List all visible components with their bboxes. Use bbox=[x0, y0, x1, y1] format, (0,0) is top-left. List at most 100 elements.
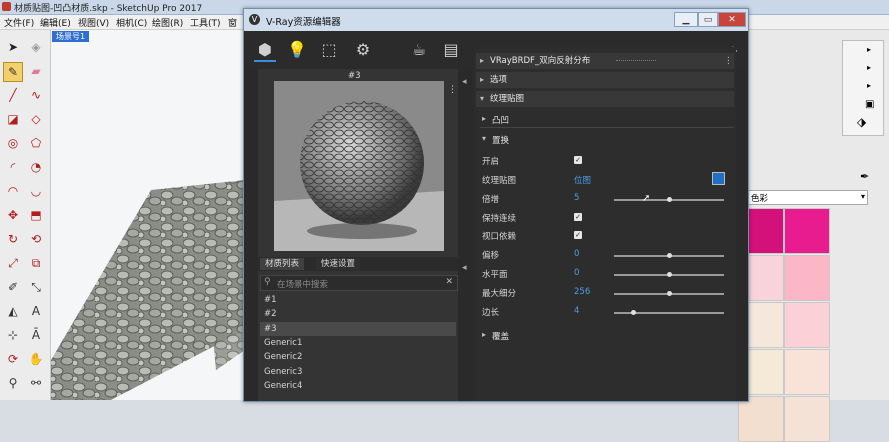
frame-buffer-icon[interactable]: ▤ bbox=[440, 38, 462, 60]
color-swatch[interactable] bbox=[784, 208, 830, 254]
follow-me-icon[interactable]: ⟲ bbox=[27, 230, 45, 248]
chevron-icon[interactable]: ▸ bbox=[867, 63, 871, 72]
color-swatch[interactable] bbox=[784, 255, 830, 301]
zoom-icon[interactable]: ⚲ bbox=[4, 374, 22, 392]
minimize-button[interactable]: ▁ bbox=[674, 12, 698, 27]
slider-knob[interactable] bbox=[667, 291, 672, 296]
color-swatch[interactable] bbox=[784, 349, 830, 395]
lights-icon[interactable]: 💡 bbox=[286, 38, 308, 60]
rotated-rect-icon[interactable]: ◇ bbox=[27, 110, 45, 128]
rectangle-icon[interactable]: ◪ bbox=[4, 110, 22, 128]
polygon-icon[interactable]: ⬠ bbox=[27, 134, 45, 152]
3d-text-icon[interactable]: Ā bbox=[27, 326, 45, 344]
zoom-window-icon[interactable]: ⚯ bbox=[27, 374, 45, 392]
material-list-item[interactable]: #2 bbox=[260, 307, 456, 321]
orbit-icon[interactable]: ⟳ bbox=[4, 350, 22, 368]
max-subdiv-value[interactable]: 256 bbox=[574, 287, 590, 297]
offset-icon[interactable]: ⧉ bbox=[27, 254, 45, 272]
shift-value[interactable]: 0 bbox=[574, 249, 579, 259]
eyedropper-icon[interactable]: ✒ bbox=[860, 170, 869, 183]
material-list-item[interactable]: Generic4 bbox=[260, 379, 456, 393]
options-header[interactable]: ▸ 选项 bbox=[476, 72, 734, 88]
make-component-icon[interactable]: ◈ bbox=[27, 38, 45, 56]
enable-checkbox[interactable]: ✓ bbox=[574, 156, 582, 164]
chevron-icon[interactable]: ▸ bbox=[867, 45, 871, 54]
material-list-item[interactable]: #1 bbox=[260, 293, 456, 307]
water-level-slider[interactable] bbox=[614, 272, 724, 277]
freehand-icon[interactable]: ∿ bbox=[27, 86, 45, 104]
max-subdiv-slider[interactable] bbox=[614, 291, 724, 296]
arc-icon[interactable]: ◜ bbox=[4, 158, 22, 176]
color-swatch[interactable] bbox=[784, 396, 830, 442]
material-list-item[interactable]: Generic2 bbox=[260, 350, 456, 364]
maximize-button[interactable]: ▭ bbox=[698, 12, 718, 27]
tape-measure-icon[interactable]: ✐ bbox=[4, 278, 22, 296]
texture-map-icon[interactable] bbox=[712, 172, 725, 185]
chevron-icon[interactable]: ▸ bbox=[867, 81, 871, 90]
keep-continuity-checkbox[interactable]: ✓ bbox=[574, 213, 582, 221]
maps-header[interactable]: ▾ 纹理贴图 bbox=[476, 91, 734, 107]
menu-file[interactable]: 文件(F) bbox=[4, 16, 34, 29]
tab-material-list[interactable]: 材质列表 bbox=[260, 258, 305, 270]
render-teapot-icon[interactable]: ☕ bbox=[408, 38, 430, 60]
clear-search-icon[interactable]: ✕ bbox=[445, 277, 453, 287]
pan-icon[interactable]: ✋ bbox=[27, 350, 45, 368]
materials-icon[interactable]: ⬢ bbox=[254, 38, 276, 62]
slider-knob[interactable] bbox=[667, 197, 672, 202]
menu-draw[interactable]: 绘图(R) bbox=[152, 16, 183, 29]
window-icon[interactable]: ▣ bbox=[865, 99, 874, 110]
menu-dots-icon[interactable]: ⋮ bbox=[724, 53, 733, 69]
line-tool-icon[interactable]: ╱ bbox=[4, 86, 22, 104]
arc-2pt-icon[interactable]: ◡ bbox=[27, 182, 45, 200]
tray-dropdown[interactable]: 色彩 ▾ bbox=[748, 190, 868, 205]
edge-length-slider[interactable] bbox=[614, 310, 724, 315]
collapse-left-icon[interactable]: ◂ bbox=[462, 77, 467, 87]
menu-window[interactable]: 窗 bbox=[228, 16, 237, 29]
pie-icon[interactable]: ◔ bbox=[27, 158, 45, 176]
brdf-header[interactable]: ▸ VRayBRDF_双向反射分布 ⋮ bbox=[476, 53, 734, 69]
water-level-value[interactable]: 0 bbox=[574, 268, 579, 278]
select-tool-icon[interactable]: ➤ bbox=[4, 38, 22, 56]
menu-camera[interactable]: 相机(C) bbox=[116, 16, 147, 29]
color-swatch[interactable] bbox=[784, 302, 830, 348]
dimension-icon[interactable]: ⤡ bbox=[27, 278, 45, 296]
menu-edit[interactable]: 编辑(E) bbox=[40, 16, 71, 29]
displacement-section[interactable]: ▾ 置换 bbox=[480, 131, 734, 147]
circle-icon[interactable]: ◎ bbox=[4, 134, 22, 152]
slider-knob[interactable] bbox=[667, 253, 672, 258]
preview-menu-icon[interactable]: ⋮ bbox=[448, 85, 457, 95]
menu-view[interactable]: 视图(V) bbox=[78, 16, 109, 29]
push-pull-icon[interactable]: ⬒ bbox=[27, 206, 45, 224]
move-icon[interactable]: ✥ bbox=[4, 206, 22, 224]
bump-section[interactable]: ▸ 凸凹 bbox=[480, 111, 734, 128]
slider-knob[interactable] bbox=[667, 272, 672, 277]
scene-tab[interactable]: 场景号1 bbox=[52, 31, 90, 42]
material-list-item[interactable]: #3 bbox=[260, 321, 456, 336]
multiplier-value[interactable]: 5 bbox=[574, 193, 579, 203]
eraser-icon[interactable]: ▰ bbox=[27, 62, 45, 80]
material-list-item[interactable]: Generic1 bbox=[260, 336, 456, 350]
texture-value[interactable]: 位图 bbox=[574, 174, 591, 186]
paint-bucket-icon[interactable]: ✎ bbox=[3, 62, 23, 82]
viewport-checkbox[interactable]: ✓ bbox=[574, 231, 582, 239]
edge-length-value[interactable]: 4 bbox=[574, 306, 579, 316]
color-swatch[interactable] bbox=[738, 396, 784, 442]
close-button[interactable]: ✕ bbox=[718, 12, 746, 27]
text-icon[interactable]: A bbox=[27, 302, 45, 320]
arc-3pt-icon[interactable]: ◠ bbox=[4, 182, 22, 200]
shift-slider[interactable] bbox=[614, 253, 724, 258]
search-field[interactable]: ⚲ 在场景中搜索 ✕ bbox=[260, 275, 458, 291]
multiplier-slider[interactable] bbox=[614, 197, 724, 202]
slider-knob[interactable] bbox=[630, 310, 636, 315]
menu-tools[interactable]: 工具(T) bbox=[190, 16, 221, 29]
protractor-icon[interactable]: ◭ bbox=[4, 302, 22, 320]
settings-icon[interactable]: ⚙ bbox=[352, 38, 374, 60]
axes-icon[interactable]: ⊹ bbox=[4, 326, 22, 344]
rotate-icon[interactable]: ↻ bbox=[4, 230, 22, 248]
texture-sample-icon[interactable]: ⬗ bbox=[857, 115, 866, 129]
tab-quick-settings[interactable]: 快速设置 bbox=[316, 258, 361, 270]
override-section[interactable]: ▸ 覆盖 bbox=[480, 327, 734, 343]
geometry-icon[interactable]: ⬚ bbox=[318, 38, 340, 60]
viewport[interactable] bbox=[51, 30, 245, 400]
material-list-item[interactable]: Generic3 bbox=[260, 365, 456, 379]
